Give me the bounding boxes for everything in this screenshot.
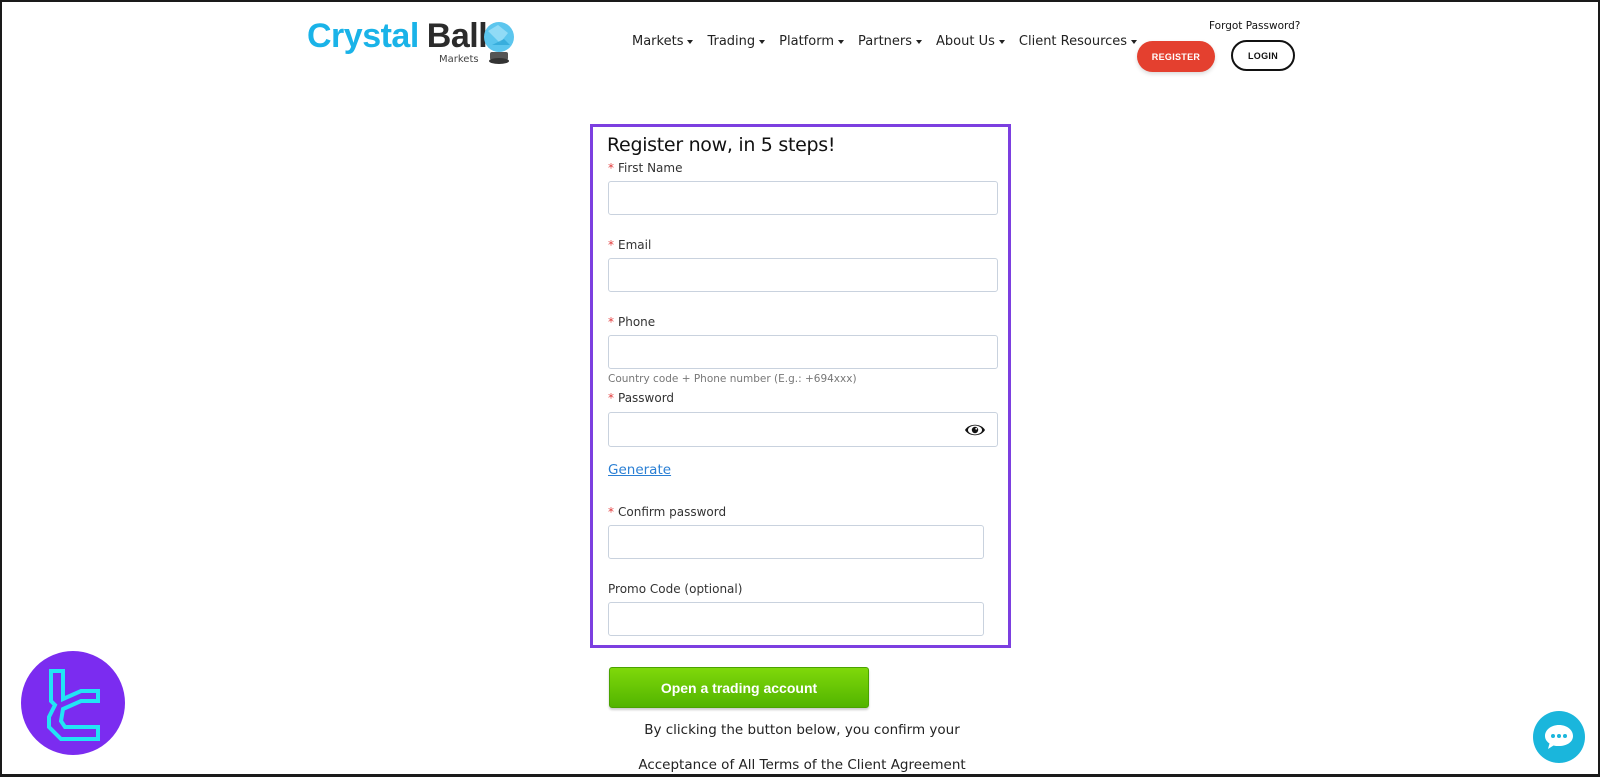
logo-subtitle: Markets <box>439 54 479 65</box>
crystal-ball-icon <box>484 22 514 64</box>
phone-hint: Country code + Phone number (E.g.: +694x… <box>608 373 857 385</box>
nav-partners[interactable]: Partners <box>858 34 923 49</box>
page: Crystal Ball Markets Markets Trading Plat… <box>2 2 1598 774</box>
form-title: Register now, in 5 steps! <box>607 134 836 156</box>
caret-down-icon <box>759 39 766 44</box>
required-marker: * <box>608 505 614 519</box>
password-input[interactable] <box>608 412 998 447</box>
email-label: * Email <box>608 238 652 252</box>
confirm-password-label: * Confirm password <box>608 505 727 519</box>
caret-down-icon <box>687 39 694 44</box>
required-marker: * <box>608 238 614 252</box>
terms-line-2: Acceptance of All Terms of the Client Ag… <box>638 757 966 773</box>
generate-password-link[interactable]: Generate <box>608 462 671 478</box>
caret-down-icon <box>998 39 1005 44</box>
tl-logo-badge <box>21 651 125 755</box>
caret-down-icon <box>1131 39 1138 44</box>
register-button[interactable]: REGISTER <box>1137 41 1215 72</box>
nav-platform[interactable]: Platform <box>779 34 844 49</box>
nav-trading[interactable]: Trading <box>707 34 766 49</box>
first-name-label: * First Name <box>608 161 683 175</box>
required-marker: * <box>608 315 614 329</box>
password-label: * Password <box>608 391 675 405</box>
nav-about-us[interactable]: About Us <box>936 34 1005 49</box>
nav-client-resources[interactable]: Client Resources <box>1019 34 1138 49</box>
promo-code-label: Promo Code (optional) <box>608 582 743 596</box>
promo-code-input[interactable] <box>608 602 984 636</box>
phone-label: * Phone <box>608 315 656 329</box>
confirm-password-input[interactable] <box>608 525 984 559</box>
site-logo[interactable]: Crystal Ball Markets <box>307 17 514 68</box>
chat-bubble-icon <box>1545 725 1573 749</box>
open-trading-account-button[interactable]: Open a trading account <box>609 667 869 708</box>
caret-down-icon <box>838 39 844 44</box>
forgot-password-link[interactable]: Forgot Password? <box>1209 20 1300 32</box>
logo-text-ball: Ball <box>426 17 488 55</box>
caret-down-icon <box>916 39 923 44</box>
required-marker: * <box>608 161 614 175</box>
show-password-eye-icon[interactable] <box>964 423 986 437</box>
chat-widget-button[interactable] <box>1533 711 1585 763</box>
terms-line-1: By clicking the button below, you confir… <box>644 722 960 738</box>
login-button[interactable]: LOGIN <box>1231 40 1295 71</box>
first-name-input[interactable] <box>608 181 998 215</box>
tl-logo-icon <box>47 669 100 741</box>
nav-markets[interactable]: Markets <box>632 34 694 49</box>
required-marker: * <box>608 391 614 405</box>
registration-form: Register now, in 5 steps! * First Name * E… <box>590 124 1011 648</box>
logo-text-crystal: Crystal <box>307 17 419 55</box>
main-nav: Markets Trading Platform Partners About … <box>632 34 1138 49</box>
phone-input[interactable] <box>608 335 998 369</box>
email-input[interactable] <box>608 258 998 292</box>
